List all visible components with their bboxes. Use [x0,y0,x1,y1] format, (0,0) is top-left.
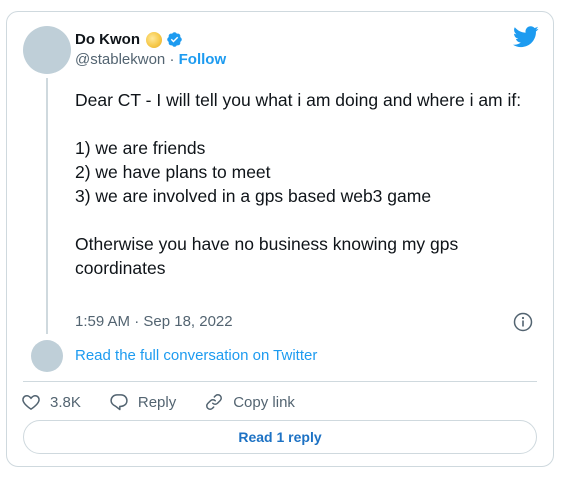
verified-badge-icon [167,32,182,47]
divider [23,381,537,382]
author-avatar[interactable] [23,26,71,74]
tweet-line: 1) we are friends [75,138,206,158]
info-icon[interactable] [513,312,533,332]
follow-button[interactable]: Follow [179,51,227,68]
thread-line [46,78,48,334]
tweet-card: Do Kwon @stablekwon · Follow Dear CT - I… [6,11,554,467]
author-handle-row: @stablekwon · Follow [75,51,226,68]
like-button[interactable]: 3.8K [21,392,81,412]
tweet-text: Dear CT - I will tell you what i am doin… [75,88,535,280]
action-bar: 3.8K Reply Copy link [21,392,323,412]
reply-icon [110,394,128,411]
link-icon [206,394,223,410]
reply-avatar [31,340,63,372]
coin-emoji-icon [146,31,162,48]
tweet-line: Otherwise you have no business knowing m… [75,234,459,278]
tweet-line: 2) we have plans to meet [75,162,271,182]
tweet-line: Dear CT - I will tell you what i am doin… [75,90,522,110]
read-conversation-link[interactable]: Read the full conversation on Twitter [75,347,317,364]
author-handle[interactable]: @stablekwon [75,51,165,68]
copy-link-label: Copy link [233,393,295,411]
author-display-name[interactable]: Do Kwon [75,31,140,48]
reply-label: Reply [137,393,177,411]
copy-link-button[interactable]: Copy link [204,392,295,412]
like-count: 3.8K [50,393,81,411]
twitter-bird-icon[interactable] [513,26,539,48]
handle-separator: · [165,51,179,68]
tweet-line: 3) we are involved in a gps based web3 g… [75,186,432,206]
read-replies-button[interactable]: Read 1 reply [23,420,537,454]
author-name-row: Do Kwon [75,31,183,48]
heart-icon [22,394,40,410]
tweet-timestamp[interactable]: 1:59 AM · Sep 18, 2022 [75,313,233,330]
reply-button[interactable]: Reply [109,392,176,412]
